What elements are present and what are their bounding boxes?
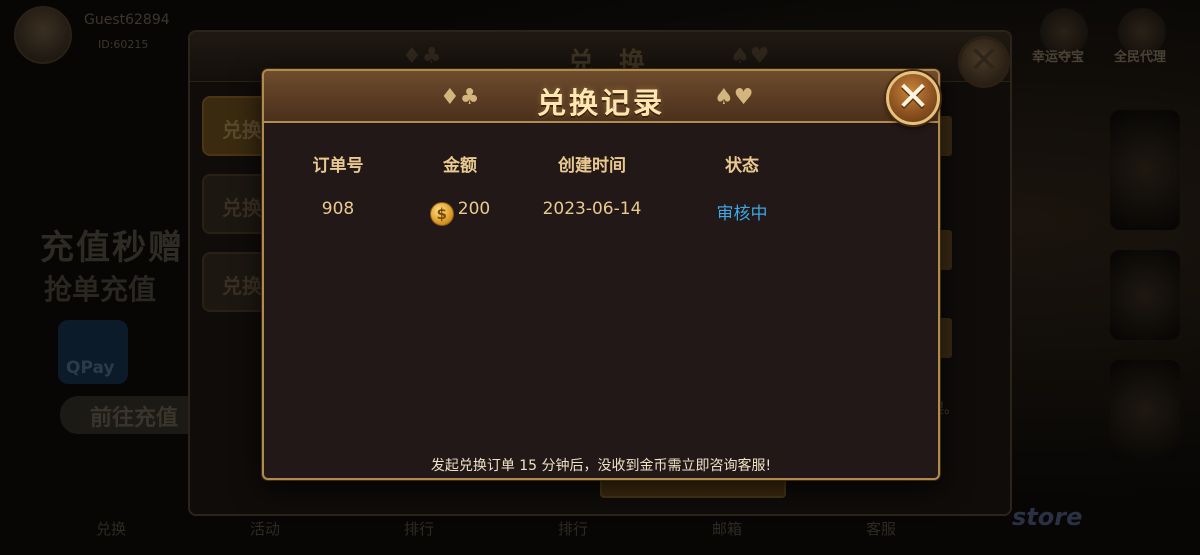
created-date-cell: 2023-06-14 <box>542 199 642 219</box>
exchange-action-button <box>938 230 952 270</box>
user-id-label: ID:60215 <box>98 38 149 51</box>
nav-rank-2: 排行 <box>558 520 589 538</box>
footer-note: 发起兑换订单 15 分钟后，没收到金币需立即咨询客服! <box>430 458 772 474</box>
suit-diamond-club-icon: ♦♣ <box>402 44 442 69</box>
agent-label: 全民代理 <box>1114 50 1167 65</box>
exchange-close-icon: ✕ <box>958 36 1010 88</box>
table-row: 908 $200 2023-06-14 审核中 <box>264 187 938 227</box>
coin-icon: $ <box>429 202 454 226</box>
modal-title: 兑换记录 <box>536 86 665 120</box>
game-card <box>1110 250 1180 340</box>
nav-service: 客服 <box>866 520 897 538</box>
amount-value: 200 <box>457 199 491 219</box>
column-header-created: 创建时间 <box>558 156 626 176</box>
order-no-cell: 908 <box>321 199 355 219</box>
nav-exchange: 兑换 <box>96 520 127 538</box>
column-header-amount: 金额 <box>443 156 477 176</box>
promo-subline: 抢单充值 <box>44 273 157 306</box>
qpay-label: QPay <box>66 358 115 378</box>
username-label: Guest62894 <box>84 12 170 28</box>
exchange-action-button <box>938 116 952 156</box>
amount-cell: $200 <box>390 199 530 226</box>
column-header-status: 状态 <box>725 156 759 176</box>
nav-rank: 排行 <box>404 520 435 538</box>
game-card <box>1110 110 1180 230</box>
status-badge: 审核中 <box>716 204 768 224</box>
treasure-label: 幸运夺宝 <box>1032 50 1085 65</box>
column-header-order-no: 订单号 <box>312 156 364 176</box>
promo-headline: 充值秒赠 <box>40 228 184 268</box>
suit-spade-heart-icon: ♠♥ <box>730 44 770 69</box>
game-card <box>1110 360 1180 460</box>
modal-header: ♦♣ 兑换记录 ♠♥ <box>264 71 938 123</box>
close-button[interactable]: ✕ <box>886 71 940 125</box>
suit-spade-heart-icon: ♠♥ <box>714 85 754 110</box>
exchange-action-button <box>938 318 952 358</box>
store-logo: store <box>1012 503 1083 531</box>
nav-activity: 活动 <box>250 520 281 538</box>
nav-mail: 邮箱 <box>712 520 743 538</box>
avatar <box>14 6 72 64</box>
exchange-record-modal: ♦♣ 兑换记录 ♠♥ 订单号 金额 创建时间 状态 908 $200 2023-… <box>262 69 940 480</box>
